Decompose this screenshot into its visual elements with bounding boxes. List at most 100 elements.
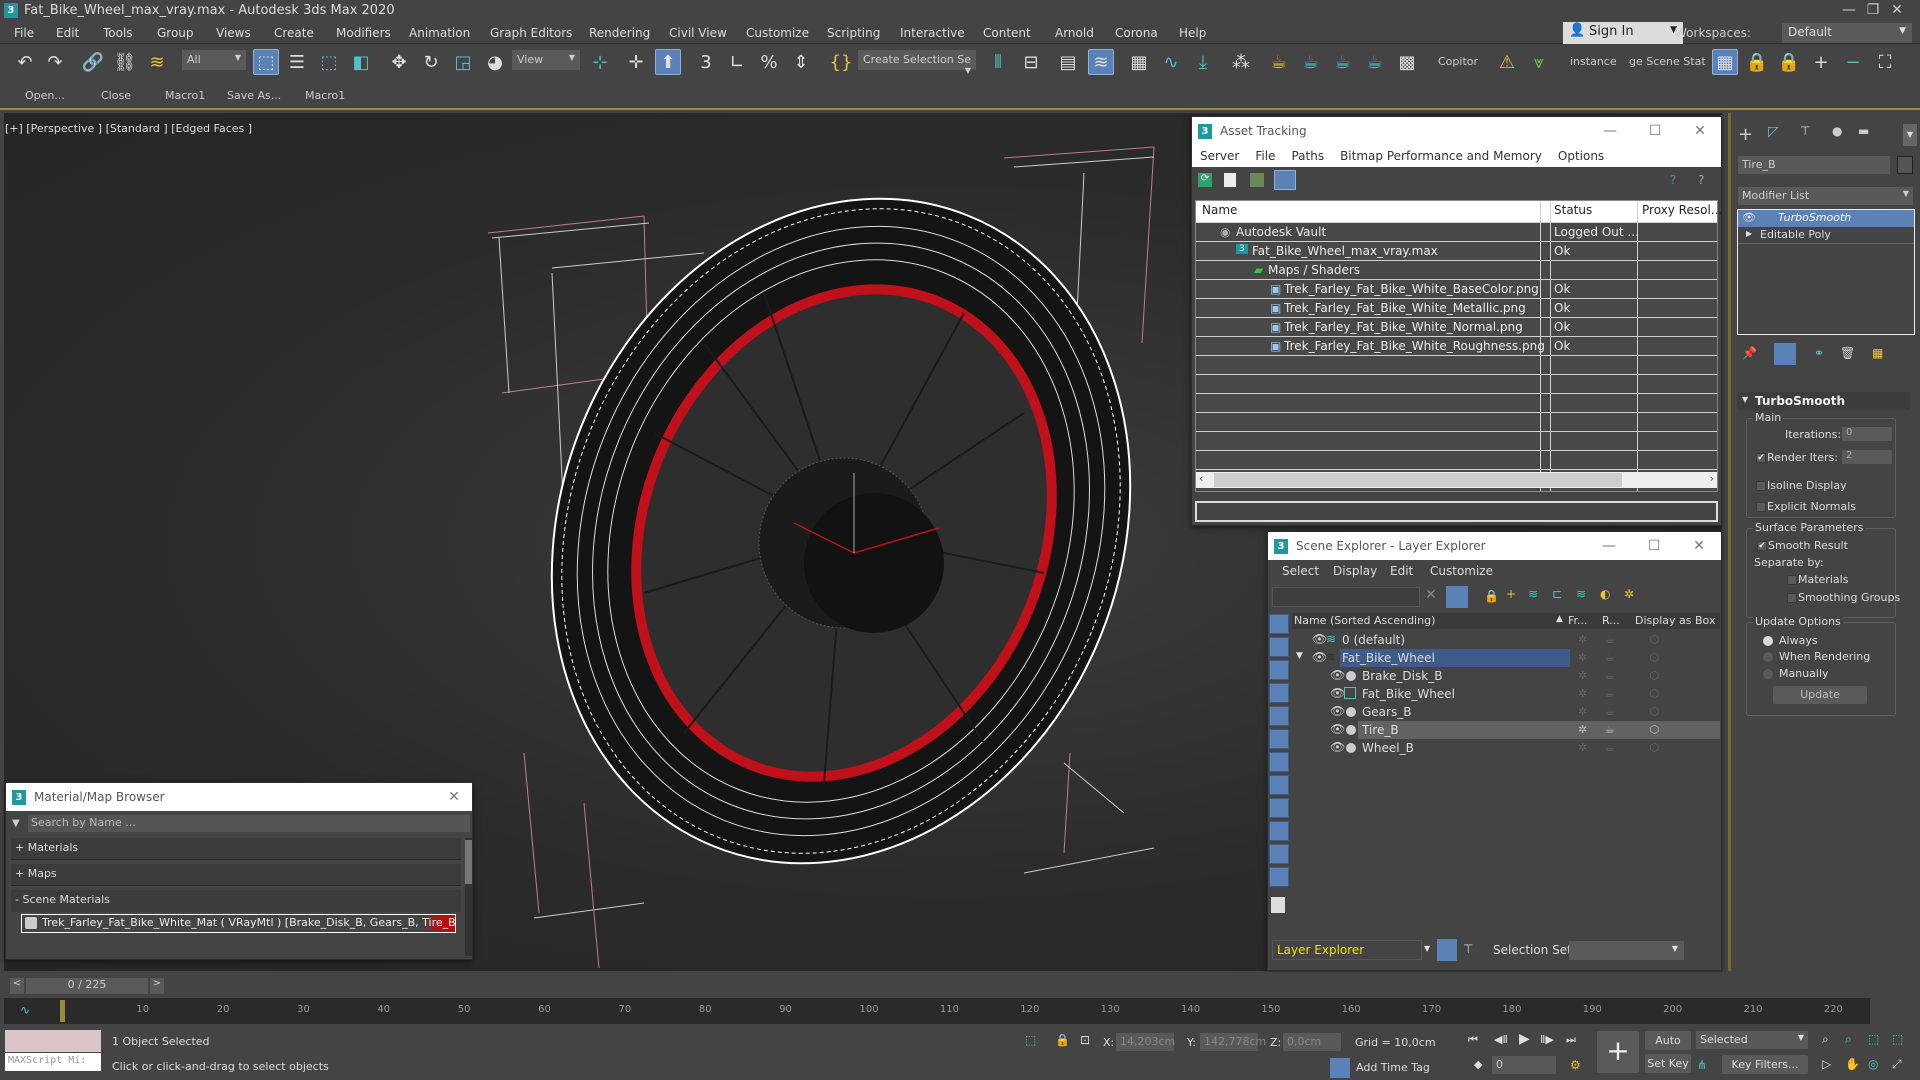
menu-animation[interactable]: Animation	[409, 26, 470, 40]
minimize-button[interactable]: —	[1590, 117, 1630, 145]
menu-options[interactable]: Options	[1558, 149, 1604, 163]
close-button[interactable]: ✕	[1679, 532, 1719, 560]
freeze-layer-icon[interactable]: ✲	[1624, 587, 1634, 601]
menu-graph-editors[interactable]: Graph Editors	[490, 26, 572, 40]
scroll-left-icon[interactable]: ‹	[1199, 472, 1203, 485]
percent-snap-icon[interactable]: %	[756, 49, 782, 75]
menu-tools[interactable]: Tools	[103, 26, 133, 40]
when-rendering-radio[interactable]	[1763, 652, 1773, 662]
key-mode-toggle-icon[interactable]: ◆	[1474, 1058, 1482, 1071]
macro-save-as[interactable]: Save As...	[227, 89, 281, 102]
macro-macro1-b[interactable]: Macro1	[305, 89, 345, 102]
menu-modifiers[interactable]: Modifiers	[336, 26, 391, 40]
time-configuration-icon[interactable]: ⚙	[1570, 1058, 1581, 1072]
macro-macro1[interactable]: Macro1	[165, 89, 205, 102]
remove-viewport-icon[interactable]: −	[1840, 49, 1866, 75]
menu-file[interactable]: File	[1255, 149, 1275, 163]
menu-group[interactable]: Group	[157, 26, 194, 40]
time-tag-icon[interactable]	[1330, 1058, 1350, 1078]
link-icon[interactable]: 🔗	[80, 49, 106, 75]
eye-icon[interactable]: 👁	[1312, 650, 1327, 664]
time-marker[interactable]	[60, 1000, 65, 1022]
sign-in-button[interactable]: 👤 Sign In ▼	[1563, 22, 1683, 44]
table-row[interactable]: ▰ Maps / Shaders	[1196, 261, 1717, 280]
make-unique-icon[interactable]: ⚭	[1814, 346, 1824, 360]
col-display-as-box[interactable]: Display as Box	[1635, 614, 1715, 627]
z-coordinate-field[interactable]: 0,0cm	[1283, 1033, 1341, 1051]
schematic-view-icon[interactable]: ⁂	[1228, 49, 1254, 75]
modifier-list-dropdown[interactable]: Modifier List ▼	[1738, 187, 1913, 205]
chevron-double-down-icon[interactable]: ⩔	[1526, 49, 1552, 75]
table-row[interactable]: ◉ Autodesk Vault Logged Out ...	[1196, 223, 1717, 242]
zoom-extents-all-icon[interactable]: ⬚	[1892, 1032, 1903, 1046]
freeze-toggle[interactable]: ✲ ☕ ⬡	[1578, 631, 1718, 649]
material-search-input[interactable]: Search by Name ...	[28, 815, 470, 832]
options-chevron-icon[interactable]: ▼	[12, 818, 20, 829]
tabs-overflow-icon[interactable]: ▼	[1903, 124, 1917, 146]
smooth-result-checkbox[interactable]: ✔	[1757, 541, 1767, 551]
rendered-frame-icon[interactable]: ☕	[1298, 49, 1324, 75]
hierarchy-view-icon[interactable]: ⊤	[1463, 942, 1473, 956]
zoom-icon[interactable]: ⌕	[1822, 1032, 1829, 1047]
menu-bitmap-performance[interactable]: Bitmap Performance and Memory	[1340, 149, 1542, 163]
update-button[interactable]: Update	[1773, 686, 1867, 704]
macro-close[interactable]: Close	[101, 89, 131, 102]
window-crossing-icon[interactable]: ◧	[348, 49, 374, 75]
add-time-tag[interactable]: Add Time Tag	[1356, 1061, 1430, 1074]
freeze-toggle[interactable]: ✲ ☕ ⬡	[1578, 649, 1718, 667]
key-filters-button[interactable]: Key Filters...	[1722, 1055, 1808, 1074]
maxscript-mini-input[interactable]: MAXScript Mi:	[5, 1053, 101, 1071]
rect-selection-icon[interactable]: ⬚	[316, 49, 342, 75]
freeze-toggle[interactable]: ✲ ☕ ⬡	[1578, 739, 1718, 757]
orbit-icon[interactable]: ◎	[1868, 1057, 1878, 1071]
layers-icon[interactable]: ≋	[1576, 587, 1586, 601]
remove-modifier-icon[interactable]: 🗑	[1840, 346, 1855, 360]
absolute-mode-icon[interactable]: ⊡	[1080, 1033, 1090, 1047]
material-browser-titlebar[interactable]: 3 Material/Map Browser	[6, 783, 472, 811]
maximize-button[interactable]: ☐	[1635, 117, 1675, 145]
menu-help[interactable]: Help	[1179, 26, 1206, 40]
chevron-down-icon[interactable]: ▼	[1424, 944, 1430, 953]
time-slider[interactable]: 0 / 225	[26, 978, 148, 994]
menu-file[interactable]: File	[14, 26, 34, 40]
render-cloud-icon[interactable]: ☕	[1362, 49, 1388, 75]
expand-icon[interactable]: ▶	[1746, 229, 1752, 238]
viewport-layout-icon[interactable]: ▦	[1712, 49, 1738, 75]
clear-search-icon[interactable]: ✕	[1425, 587, 1437, 603]
show-end-result-icon[interactable]	[1774, 343, 1796, 365]
modify-tab-icon[interactable]: ◸	[1768, 124, 1790, 144]
menu-customize[interactable]: Customize	[746, 26, 809, 40]
add-viewport-icon[interactable]: +	[1808, 49, 1834, 75]
minimize-button[interactable]: —	[1589, 532, 1629, 560]
col-proxy[interactable]: Proxy Resol...	[1642, 203, 1722, 217]
eye-icon[interactable]: 👁	[1312, 632, 1327, 646]
stack-item-editable-poly[interactable]: ▶ Editable Poly	[1738, 227, 1914, 244]
menu-interactive[interactable]: Interactive	[900, 26, 965, 40]
keyboard-shortcut-icon[interactable]: ⬆	[655, 49, 681, 75]
edit-named-sets-icon[interactable]: {}	[828, 49, 854, 75]
prev-frame-button[interactable]: <	[10, 978, 24, 994]
menu-edit[interactable]: Edit	[1390, 564, 1413, 578]
horizontal-scrollbar[interactable]: ‹ ›	[1196, 472, 1717, 488]
object-color-swatch[interactable]	[1897, 156, 1913, 174]
dope-sheet-icon[interactable]: ⤓	[1190, 49, 1216, 75]
warning-icon[interactable]: ⚠	[1494, 49, 1520, 75]
select-by-name-icon[interactable]: ☰	[284, 49, 310, 75]
rotate-icon[interactable]: ↻	[418, 49, 444, 75]
display-tab-icon[interactable]: ▬	[1858, 124, 1869, 138]
menu-edit[interactable]: Edit	[56, 26, 79, 40]
go-to-start-icon[interactable]: ⏮	[1468, 1033, 1478, 1047]
key-mode-dropdown[interactable]: Selected ▼	[1696, 1031, 1808, 1049]
place-icon[interactable]: ◕	[482, 49, 508, 75]
spinner-snap-icon[interactable]: ⇕	[788, 49, 814, 75]
manually-radio[interactable]	[1763, 669, 1773, 679]
asset-path-field[interactable]	[1195, 501, 1718, 522]
eye-icon[interactable]: 👁	[1330, 722, 1345, 736]
menu-server[interactable]: Server	[1200, 149, 1239, 163]
context-help-icon[interactable]: ?	[1698, 173, 1704, 187]
eye-icon[interactable]: 👁	[1330, 668, 1345, 682]
refresh-icon[interactable]: ⟳	[1198, 173, 1212, 187]
col-status[interactable]: Status	[1554, 203, 1592, 217]
col-renderable[interactable]: R...	[1602, 614, 1620, 627]
add-to-layer-icon[interactable]: ≋	[1528, 587, 1538, 601]
